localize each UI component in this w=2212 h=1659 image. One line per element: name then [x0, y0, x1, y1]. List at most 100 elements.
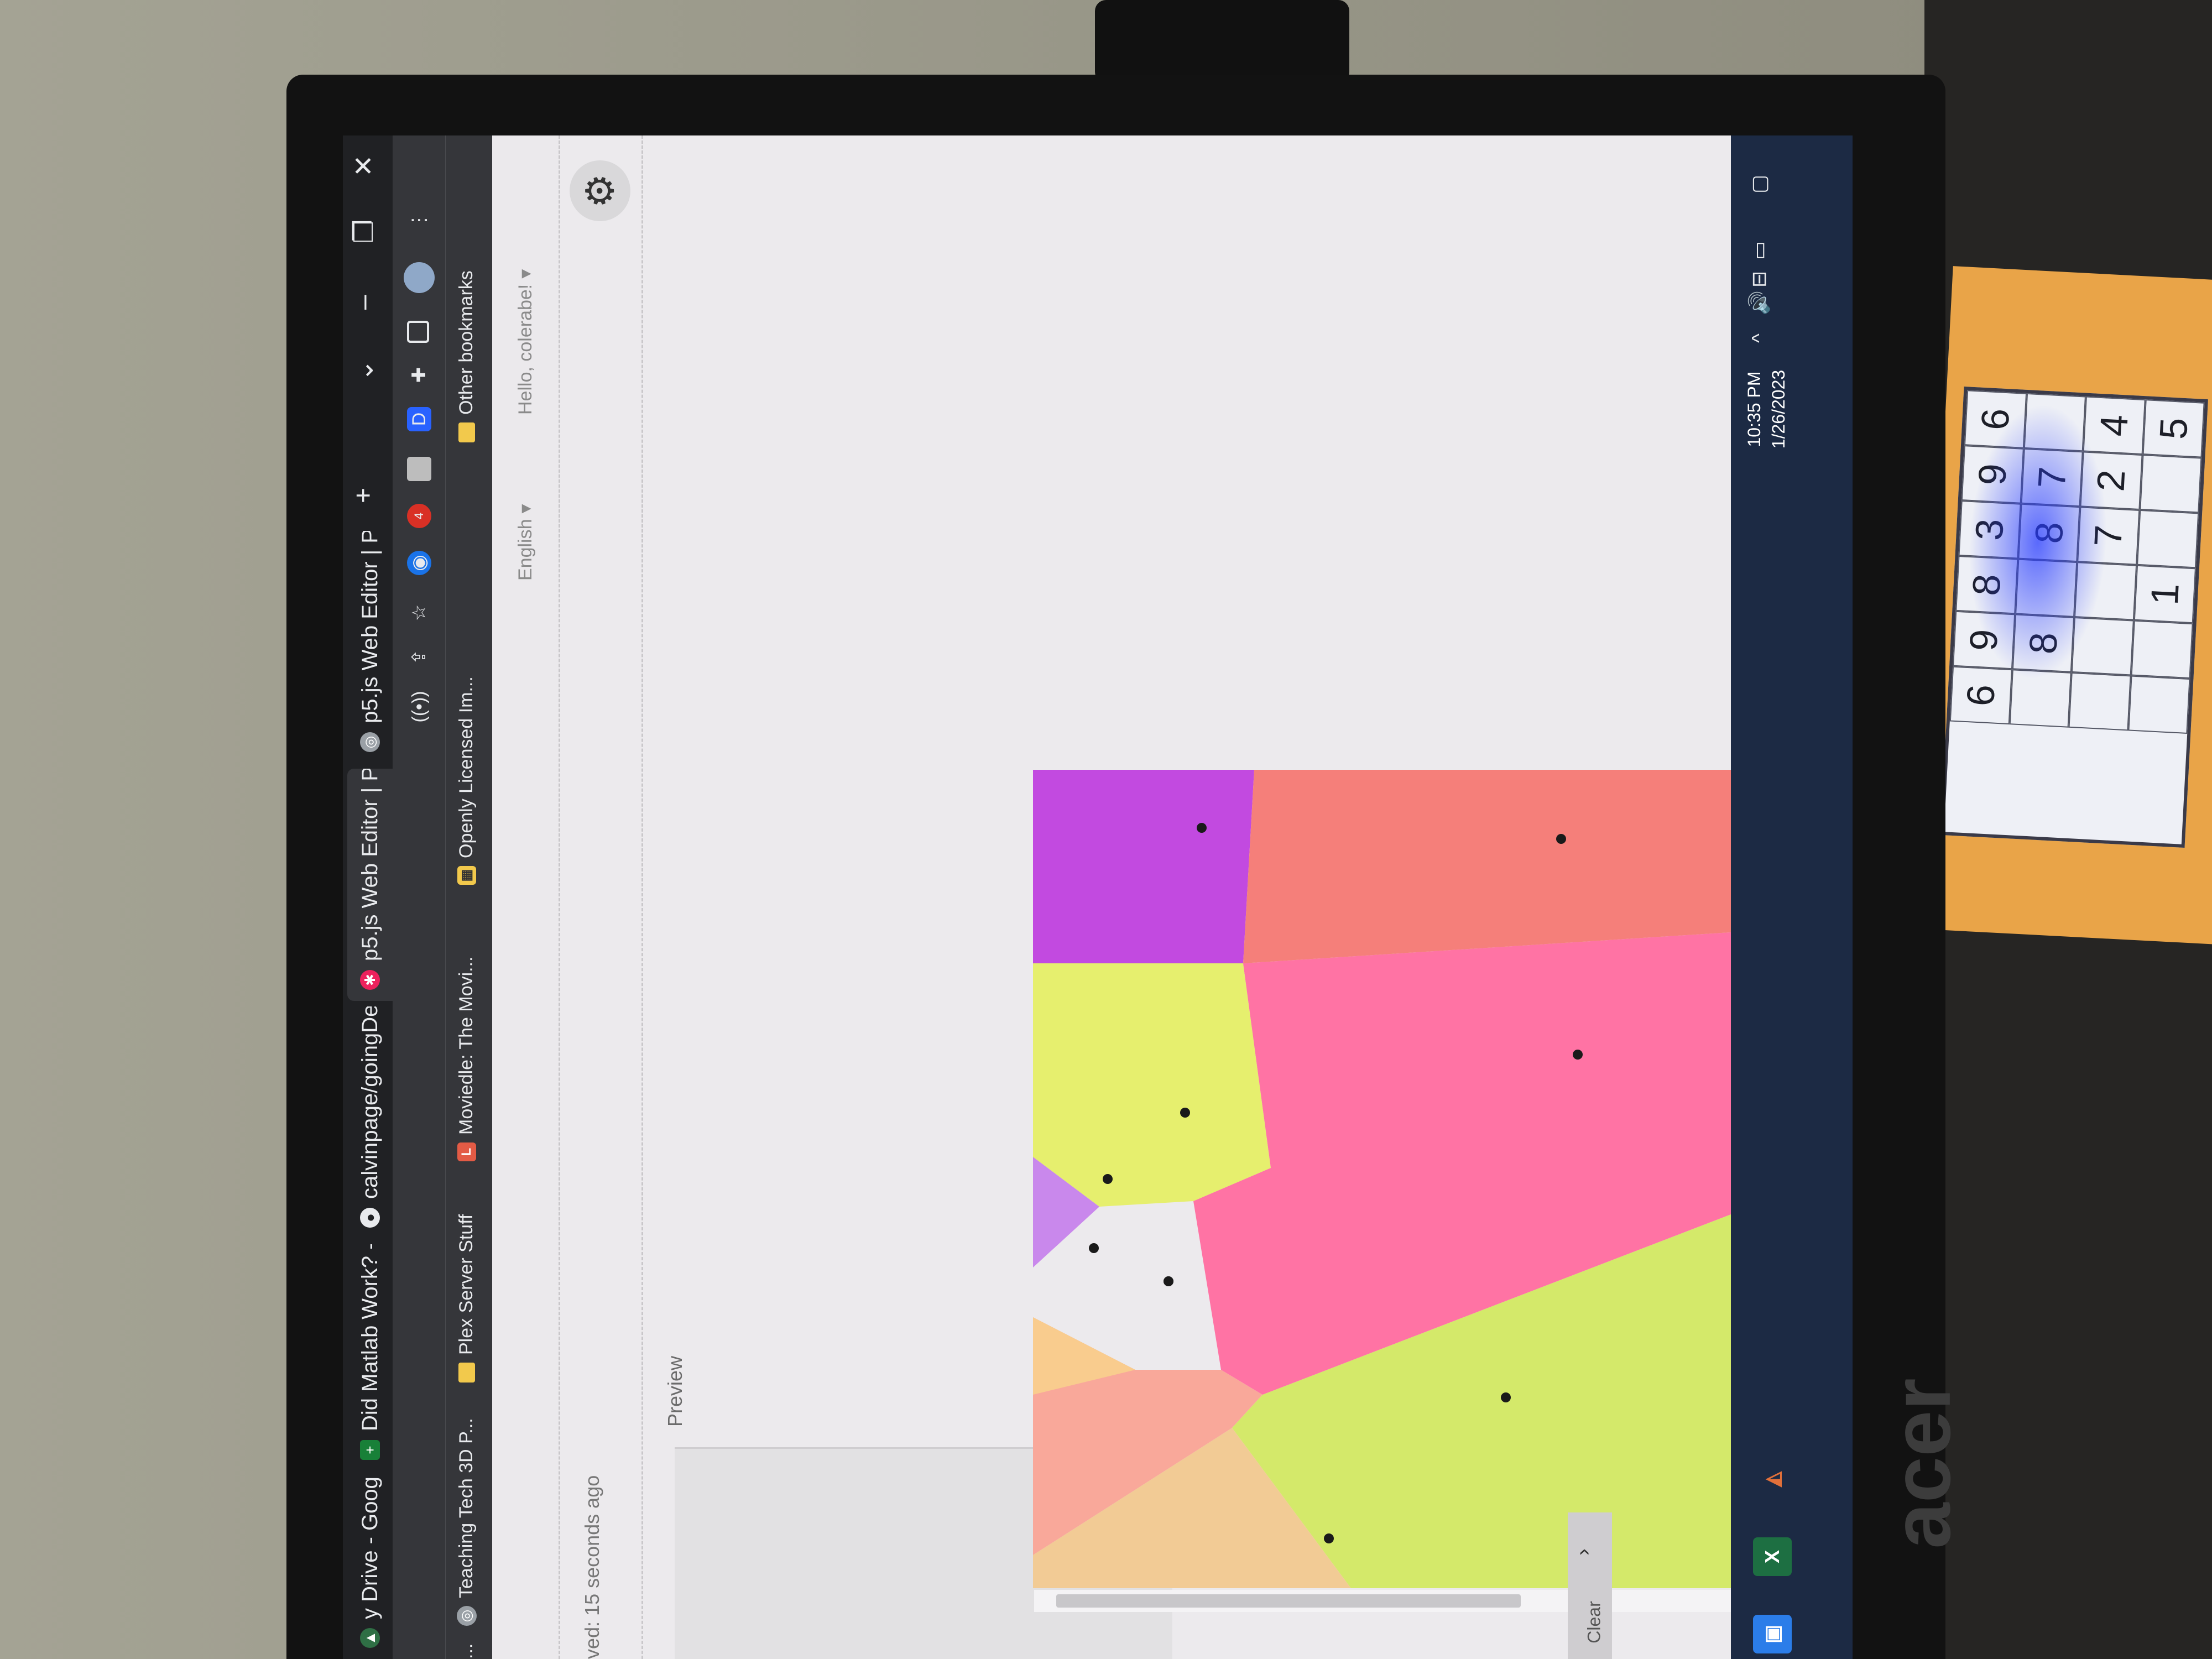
- language-menu[interactable]: English ▾: [514, 504, 536, 581]
- bookmark-label: Openly Licensed Im...: [456, 676, 477, 858]
- github-icon: ●: [360, 1208, 380, 1228]
- webcam-mount: [1095, 0, 1349, 83]
- other-bookmarks[interactable]: Other bookmarks: [456, 270, 477, 442]
- network-icon[interactable]: ⊟: [1747, 271, 1771, 288]
- sheets-icon: +: [360, 1440, 380, 1460]
- minimize-button[interactable]: –: [348, 295, 379, 310]
- menu-dots-icon[interactable]: ⋮: [407, 208, 431, 232]
- sudoku-digit: 6: [1959, 683, 2004, 707]
- folder-icon: [458, 422, 475, 442]
- sudoku-digit: 5: [2151, 416, 2196, 441]
- browser-chrome: ▲ y Drive - Google D × + Did Matlab Work…: [343, 135, 493, 1659]
- settings-gear-button[interactable]: ⚙: [570, 160, 630, 221]
- editor-scrollbar[interactable]: [1034, 1590, 1853, 1612]
- caret-down-icon: ▾: [515, 269, 536, 279]
- blue-light-glare: [1961, 400, 2114, 684]
- matlab-icon[interactable]: ◭: [1753, 1460, 1792, 1499]
- drive-icon: ▲: [360, 1628, 380, 1648]
- sudoku-digit: 1: [2142, 582, 2187, 606]
- tab-label: calvinpage/goingDe: [357, 1006, 382, 1199]
- voronoi-seed-point-0: [1324, 1533, 1334, 1543]
- avatar[interactable]: [404, 262, 435, 293]
- tab-p5-editor[interactable]: ◎ p5.js Web Editor | Pu ×: [347, 531, 393, 763]
- folder-icon: [458, 1363, 475, 1383]
- sudoku-cell: [2136, 509, 2199, 568]
- sudoku-cell: [2127, 675, 2190, 734]
- bookmark-label: Teaching Tech 3D P...: [456, 1418, 477, 1598]
- taskbar-app-icon[interactable]: ▣: [1753, 1615, 1792, 1653]
- excel-icon[interactable]: X: [1753, 1537, 1792, 1576]
- bookmark-label: Plex Server Stuff: [456, 1214, 477, 1355]
- side-panel-icon[interactable]: [407, 321, 429, 343]
- bookmark-label: Moviedle: The Movi...: [456, 956, 477, 1135]
- globe-icon: ◎: [360, 732, 380, 752]
- user-menu[interactable]: Hello, colerabe! ▾: [514, 269, 536, 415]
- broadcast-icon[interactable]: ((•)): [407, 691, 431, 722]
- language-label: English: [514, 519, 536, 581]
- voronoi-seed-point-7: [1573, 1050, 1583, 1060]
- volume-icon[interactable]: 🔊: [1747, 290, 1771, 315]
- chevron-down-icon[interactable]: ›: [1572, 1548, 1595, 1556]
- toolbar-divider: [641, 135, 643, 1659]
- sudoku-cell: 1: [2133, 565, 2196, 624]
- sudoku-cell: [2139, 455, 2202, 513]
- clock[interactable]: 10:35 PM 1/26/2023: [1742, 354, 1791, 465]
- bookmark-openly-licensed[interactable]: ▦ Openly Licensed Im...: [456, 676, 477, 885]
- sudoku-cell: 5: [2142, 399, 2205, 458]
- voronoi-seed-point-6: [1556, 834, 1566, 844]
- preview-heading: Preview: [664, 1355, 686, 1427]
- badge-count: 4: [412, 512, 426, 520]
- sketch-canvas[interactable]: [1033, 770, 1851, 1588]
- extensions-puzzle-icon[interactable]: ✚: [407, 363, 431, 387]
- scrollbar-thumb[interactable]: [1056, 1594, 1521, 1608]
- voronoi-seed-point-4: [1180, 1108, 1190, 1118]
- tab-p5-editor-active[interactable]: ✱ p5.js Web Editor | Pu ×: [347, 769, 393, 1001]
- tray-chevron[interactable]: ^: [1747, 333, 1771, 343]
- bookmark-teaching-tech[interactable]: ◎ Teaching Tech 3D P...: [456, 1418, 477, 1626]
- extension-icon-2[interactable]: [407, 457, 431, 481]
- p5-icon: ✱: [360, 970, 380, 990]
- windows-taskbar: ^ 🔊 ⊟ ▭ 10:35 PM 1/26/2023 ▢ ▣ X ◭: [1731, 135, 1853, 1659]
- tab-strip: ▲ y Drive - Google D × + Did Matlab Work…: [343, 135, 393, 1659]
- greeting-label: Hello, colerabe!: [514, 284, 536, 415]
- notifications-icon[interactable]: ▢: [1747, 175, 1771, 194]
- browser-toolbar: ((•)) ⇪ ☆ ◉ 4 D ✚ ⋮: [393, 135, 445, 1659]
- voronoi-cell-5: [1033, 770, 1254, 963]
- voronoi-seed-point-5: [1197, 823, 1207, 833]
- caret-down-icon: ▾: [515, 504, 536, 514]
- new-tab-button[interactable]: +: [348, 488, 379, 503]
- voronoi-svg: [1033, 770, 1851, 1588]
- tab-github[interactable]: ● calvinpage/goingDe ×: [347, 1006, 393, 1239]
- voronoi-seed-point-2: [1089, 1243, 1099, 1253]
- sudoku-cell: [2131, 620, 2193, 679]
- close-window-button[interactable]: ✕: [348, 155, 379, 177]
- gear-icon: ⚙: [578, 173, 622, 208]
- voronoi-cell-4: [1033, 963, 1271, 1207]
- extension-icon[interactable]: ◉: [407, 551, 431, 575]
- bookmark-star-icon[interactable]: ☆: [407, 601, 431, 625]
- share-icon[interactable]: ⇪: [407, 645, 431, 669]
- save-status: ved: 15 seconds ago: [581, 1475, 603, 1659]
- clock-time: 10:35 PM: [1744, 371, 1764, 447]
- tab-google-drive[interactable]: ▲ y Drive - Google D ×: [347, 1477, 393, 1659]
- bookmark-plex-server[interactable]: Plex Server Stuff: [456, 1214, 477, 1383]
- bookmark-moviedle[interactable]: L Moviedle: The Movi...: [456, 956, 477, 1161]
- bookmarks-bar: ... ◎ Teaching Tech 3D P... Plex Server …: [445, 135, 493, 1659]
- voronoi-seed-point-8: [1164, 1276, 1173, 1286]
- monitor-screen: ▲ y Drive - Google D × + Did Matlab Work…: [343, 135, 1853, 1659]
- console-clear-button[interactable]: Clear: [1584, 1601, 1605, 1643]
- bookmark-item[interactable]: ...: [456, 1644, 477, 1659]
- monitor-brand-logo: acer: [1874, 1378, 1968, 1549]
- ublock-icon[interactable]: 4: [407, 504, 431, 528]
- other-bookmarks-label: Other bookmarks: [456, 270, 477, 415]
- tab-matlab-sheet[interactable]: + Did Matlab Work? - ×: [347, 1244, 393, 1471]
- battery-icon[interactable]: ▭: [1747, 241, 1771, 260]
- bookmark-label: ...: [456, 1643, 477, 1659]
- tab-search-button[interactable]: ⌄: [348, 359, 379, 382]
- console-header: Clear ›: [1568, 1512, 1612, 1659]
- apps-icon: ▦: [457, 866, 476, 885]
- bitwarden-icon[interactable]: D: [407, 407, 431, 431]
- restore-button[interactable]: ❐: [348, 220, 379, 243]
- voronoi-seed-point-1: [1501, 1392, 1511, 1402]
- moviedle-icon: L: [457, 1142, 476, 1161]
